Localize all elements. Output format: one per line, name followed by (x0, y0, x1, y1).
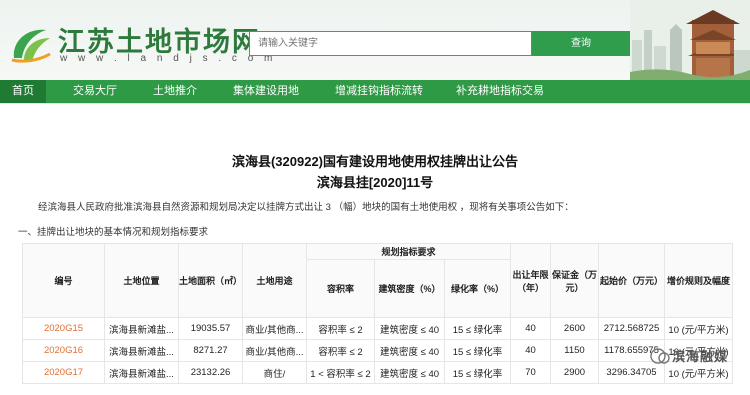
col-header-density: 建筑密度（%） (374, 259, 445, 318)
col-header-far: 容积率 (306, 259, 375, 318)
land-parcel-table: 编号 土地位置 土地面积（㎡） 土地用途 规划指标要求 出让年限（年） 保证金（… (22, 243, 733, 384)
cell-use: 商业/其他商... (242, 339, 307, 362)
cell-area: 19035.57 (178, 317, 243, 340)
cell-start-price: 2712.568725 (598, 317, 665, 340)
cell-location: 滨海县新滩盐... (104, 317, 179, 340)
main-nav: 首页 交易大厅 土地推介 集体建设用地 增减挂钩指标流转 补充耕地指标交易 (0, 80, 750, 103)
cell-area: 23132.26 (178, 361, 243, 384)
col-header-area: 土地面积（㎡） (178, 243, 243, 318)
search-button[interactable]: 查询 (532, 31, 630, 56)
col-header-years: 出让年限（年） (510, 243, 551, 318)
nav-item-trading-hall[interactable]: 交易大厅 (60, 80, 130, 103)
cell-location: 滨海县新滩盐... (104, 361, 179, 384)
nav-item-farmland-quota[interactable]: 补充耕地指标交易 (446, 80, 554, 103)
col-header-start-price: 起始价（万元） (598, 243, 665, 318)
cell-use: 商业/其他商... (242, 317, 307, 340)
cell-green: 15 ≤ 绿化率 (444, 361, 511, 384)
cell-far: 容积率 ≤ 2 (306, 317, 375, 340)
city-skyline-illustration (630, 0, 750, 80)
section-heading: 一、挂牌出让地块的基本情况和规划指标要求 (18, 227, 209, 238)
cell-deposit: 2600 (550, 317, 599, 340)
col-header-increment: 增价规则及幅度 (664, 243, 733, 318)
nav-item-home[interactable]: 首页 (0, 80, 46, 103)
cell-deposit: 1150 (550, 339, 599, 362)
col-header-id: 编号 (22, 243, 105, 318)
cell-years: 70 (510, 361, 551, 384)
watermark-text: 滨海融媒 (672, 349, 729, 364)
table-row: 2020G15 滨海县新滩盐... 19035.57 商业/其他商... 容积率… (22, 317, 733, 340)
cell-deposit: 2900 (550, 361, 599, 384)
nav-item-land-promotion[interactable]: 土地推介 (140, 80, 210, 103)
notice-intro: 经滨海县人民政府批准滨海县自然资源和规划局决定以挂牌方式出让 3 （幅）地块的国… (38, 202, 574, 213)
col-header-green: 绿化率（%） (444, 259, 511, 318)
cell-location: 滨海县新滩盐... (104, 339, 179, 362)
cell-years: 40 (510, 317, 551, 340)
col-header-deposit: 保证金（万元） (550, 243, 599, 318)
cell-density: 建筑密度 ≤ 40 (374, 361, 445, 384)
cell-increment: 10 (元/平方米) (664, 317, 733, 340)
logo-icon (11, 29, 51, 63)
parcel-id-link[interactable]: 2020G15 (22, 317, 105, 340)
table-row: 2020G17 滨海县新滩盐... 23132.26 商住/ 1 < 容积率 ≤… (22, 361, 733, 384)
cell-area: 8271.27 (178, 339, 243, 362)
parcel-id-link[interactable]: 2020G16 (22, 339, 105, 362)
nav-item-increase-decrease-quota[interactable]: 增减挂钩指标流转 (324, 80, 434, 103)
cell-green: 15 ≤ 绿化率 (444, 317, 511, 340)
notice-content: 滨海县(320922)国有建设用地使用权挂牌出让公告 滨海县挂[2020]11号… (0, 103, 750, 395)
cell-years: 40 (510, 339, 551, 362)
cell-green: 15 ≤ 绿化率 (444, 339, 511, 362)
col-header-location: 土地位置 (104, 243, 179, 318)
nav-item-collective-land[interactable]: 集体建设用地 (222, 80, 310, 103)
cell-far: 1 < 容积率 ≤ 2 (306, 361, 375, 384)
parcel-id-link[interactable]: 2020G17 (22, 361, 105, 384)
col-header-plan-group: 规划指标要求 (306, 243, 511, 260)
cell-density: 建筑密度 ≤ 40 (374, 317, 445, 340)
table-row: 2020G16 滨海县新滩盐... 8271.27 商业/其他商... 容积率 … (22, 339, 733, 362)
site-url: w w w . l a n d j s . c o m (60, 53, 277, 64)
site-header: 江苏土地市场网 w w w . l a n d j s . c o m 查询 (0, 0, 750, 80)
search-input[interactable] (249, 31, 532, 56)
cell-use: 商住/ (242, 361, 307, 384)
notice-title: 滨海县(320922)国有建设用地使用权挂牌出让公告 (231, 154, 519, 169)
col-header-use: 土地用途 (242, 243, 307, 318)
cell-far: 容积率 ≤ 2 (306, 339, 375, 362)
notice-subtitle: 滨海县挂[2020]11号 (316, 175, 434, 190)
cell-density: 建筑密度 ≤ 40 (374, 339, 445, 362)
